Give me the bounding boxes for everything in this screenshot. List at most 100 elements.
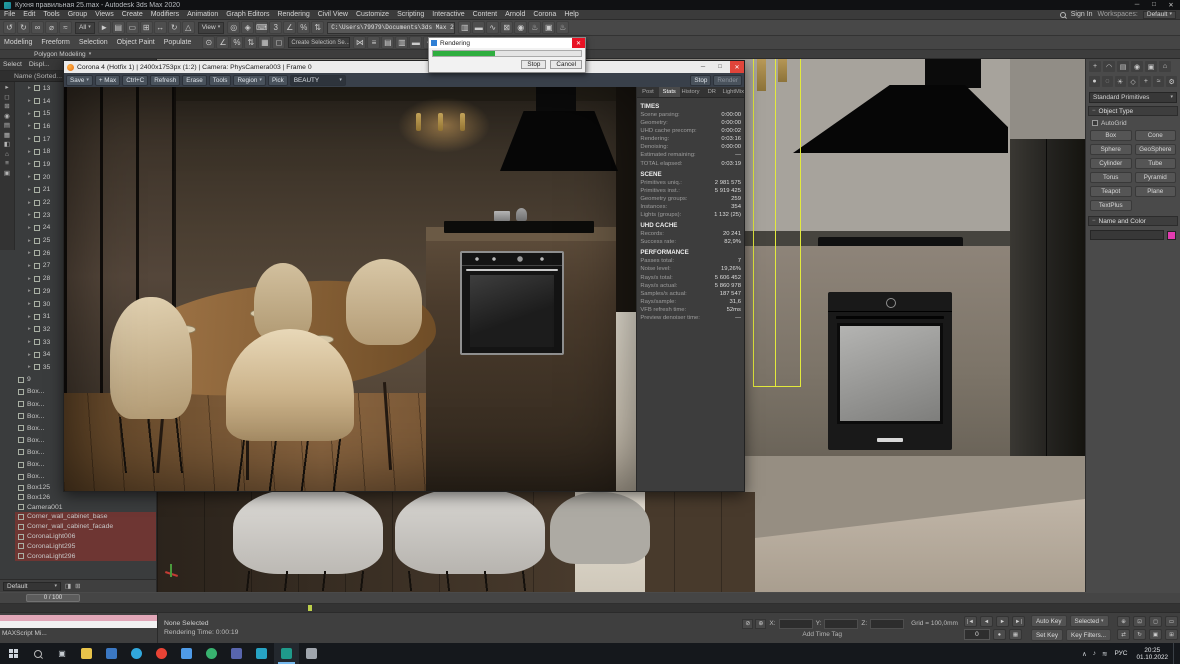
primitive-button[interactable]: TextPlus (1090, 200, 1132, 211)
taskbar-app-button[interactable] (299, 643, 324, 664)
menu-item[interactable]: Arnold (501, 11, 529, 18)
primitive-button[interactable]: Teapot (1090, 186, 1132, 197)
isolate-selection-icon[interactable]: ◻ (272, 36, 285, 49)
ribbon-tab[interactable]: Selection (79, 39, 108, 46)
network-icon[interactable]: ≋ (1099, 650, 1110, 658)
expand-arrow-icon[interactable]: ▸ (28, 98, 31, 104)
selection-filter-dropdown[interactable]: All ▾ (75, 22, 95, 34)
menu-item[interactable]: Civil View (314, 11, 352, 18)
previous-frame-icon[interactable]: ◄ (980, 616, 993, 627)
menu-item[interactable]: Group (64, 11, 91, 18)
window-crossing-icon[interactable]: ⊞ (140, 21, 153, 34)
menu-item[interactable]: Create (118, 11, 147, 18)
scene-explorer-row[interactable]: Camera001 (15, 502, 156, 512)
reference-coordinate-dropdown[interactable]: View ▾ (198, 22, 225, 34)
current-frame-field[interactable]: 0 (964, 629, 990, 640)
select-object-icon[interactable]: ► (98, 21, 111, 34)
explorer-tool-icon-1[interactable]: ▸ (5, 85, 8, 92)
taskbar-app-button[interactable] (74, 643, 99, 664)
corona-panel-tab[interactable]: LightMix (722, 87, 744, 97)
explorer-tool-icon-10[interactable]: ▣ (4, 171, 10, 178)
percent-snap-small-icon[interactable]: % (230, 36, 243, 49)
bind-spacewarp-icon[interactable]: ≈ (59, 21, 72, 34)
zoom-all-icon[interactable]: ⊡ (1133, 616, 1146, 627)
play-icon[interactable]: ► (996, 616, 1009, 627)
add-time-tag[interactable]: Add Time Tag (742, 631, 842, 638)
display-tab-icon[interactable]: ▣ (1145, 61, 1157, 72)
track-bar[interactable] (0, 604, 1180, 612)
erase-button[interactable]: Erase ▾ (182, 75, 206, 86)
angle-snap-small-icon[interactable]: ∠ (216, 36, 229, 49)
explorer-tool-icon-7[interactable]: ◧ (4, 142, 10, 149)
menu-item[interactable]: File (0, 11, 19, 18)
hidden-icons-icon[interactable]: ∧ (1079, 650, 1090, 658)
ribbon-tab[interactable]: Modeling (4, 39, 32, 46)
object-name-field[interactable] (1090, 230, 1164, 240)
taskbar-app-button[interactable] (174, 643, 199, 664)
edit-named-selections-icon[interactable]: ▦ (258, 36, 271, 49)
viewport-layout-icon[interactable]: ⊞ (1165, 629, 1178, 640)
send-to-max-button[interactable]: + Max ▾ (95, 75, 120, 86)
helpers-icon[interactable]: + (1140, 76, 1151, 87)
expand-arrow-icon[interactable]: ▸ (28, 326, 31, 332)
menu-item[interactable]: Modifiers (147, 11, 183, 18)
expand-arrow-icon[interactable]: ▸ (28, 314, 31, 320)
channel-dropdown[interactable]: BEAUTY ▾ (290, 75, 346, 86)
explorer-tool-icon-3[interactable]: ⊞ (4, 104, 9, 111)
select-manipulate-icon[interactable]: ◈ (241, 21, 254, 34)
selection-lock-icon[interactable]: ⊘ (742, 619, 753, 629)
expand-arrow-icon[interactable]: ▸ (28, 161, 31, 167)
primitive-button[interactable]: GeoSphere (1135, 144, 1177, 155)
taskbar-app-button[interactable] (199, 643, 224, 664)
corona-close-button[interactable]: ✕ (730, 61, 744, 73)
menu-item[interactable]: Help (560, 11, 582, 18)
render-production-icon[interactable]: ♨ (556, 21, 569, 34)
copy-button[interactable]: Ctrl+C ▾ (122, 75, 148, 86)
scene-explorer-row[interactable]: CoronaLight296 (15, 551, 156, 561)
explorer-find-icon[interactable]: ⊞ (75, 582, 80, 590)
region-select-icon[interactable]: ▭ (126, 21, 139, 34)
set-key-button[interactable]: Set Key (1031, 629, 1063, 641)
primitive-button[interactable]: Plane (1135, 186, 1177, 197)
listener-strip[interactable] (0, 621, 157, 628)
auto-key-button[interactable]: Auto Key (1031, 615, 1067, 627)
x-coordinate-field[interactable] (779, 619, 813, 629)
time-slider-track[interactable]: 0 / 100 (0, 593, 1180, 604)
expand-arrow-icon[interactable]: ▸ (28, 212, 31, 218)
primitive-button[interactable]: Pyramid (1135, 172, 1177, 183)
menu-item[interactable]: Edit (19, 11, 39, 18)
primitives-category-dropdown[interactable]: Standard Primitives ▾ (1089, 92, 1177, 103)
taskbar-app-button[interactable] (124, 643, 149, 664)
rendered-frame-icon[interactable]: ▣ (542, 21, 555, 34)
tools-button[interactable]: Tools ▾ (209, 75, 232, 86)
snaps-toggle-icon[interactable]: ⊙ (202, 36, 215, 49)
use-center-icon[interactable]: ◎ (227, 21, 240, 34)
y-coordinate-field[interactable] (824, 619, 858, 629)
corona-panel-tab[interactable]: Stats (659, 87, 680, 97)
zoom-region-icon[interactable]: ▭ (1165, 616, 1178, 627)
undo-icon[interactable]: ↺ (3, 21, 16, 34)
autogrid-checkbox[interactable] (1092, 120, 1098, 126)
taskbar-app-button[interactable] (224, 643, 249, 664)
orbit-icon[interactable]: ↻ (1133, 629, 1146, 640)
taskbar-app-button[interactable] (149, 643, 174, 664)
expand-arrow-icon[interactable]: ▸ (28, 111, 31, 117)
scene-explorer-row[interactable]: Corner_wall_cabinet_facade (15, 522, 156, 532)
align-icon[interactable]: ≡ (367, 36, 380, 49)
primitive-button[interactable]: Cone (1135, 130, 1177, 141)
render-setup-icon[interactable]: ♨ (528, 21, 541, 34)
curve-editor-icon[interactable]: ∿ (486, 21, 499, 34)
zoom-extents-icon[interactable]: ◻ (1149, 616, 1162, 627)
expand-arrow-icon[interactable]: ▸ (28, 149, 31, 155)
expand-arrow-icon[interactable]: ▸ (28, 238, 31, 244)
explorer-menu-item[interactable]: Displ... (29, 61, 50, 68)
time-configuration-icon[interactable]: ▦ (1009, 629, 1022, 640)
expand-arrow-icon[interactable]: ▸ (28, 339, 31, 345)
named-selection-set-field[interactable]: Create Selection Se... (288, 37, 350, 48)
dialog-close-button[interactable]: ✕ (572, 38, 585, 48)
keyboard-override-icon[interactable]: ⌨ (255, 21, 268, 34)
dialog-stop-button[interactable]: Stop (521, 60, 546, 69)
time-slider-handle[interactable]: 0 / 100 (26, 594, 80, 602)
cameras-icon[interactable]: ◇ (1128, 76, 1139, 87)
pan-icon[interactable]: ⇄ (1117, 629, 1130, 640)
